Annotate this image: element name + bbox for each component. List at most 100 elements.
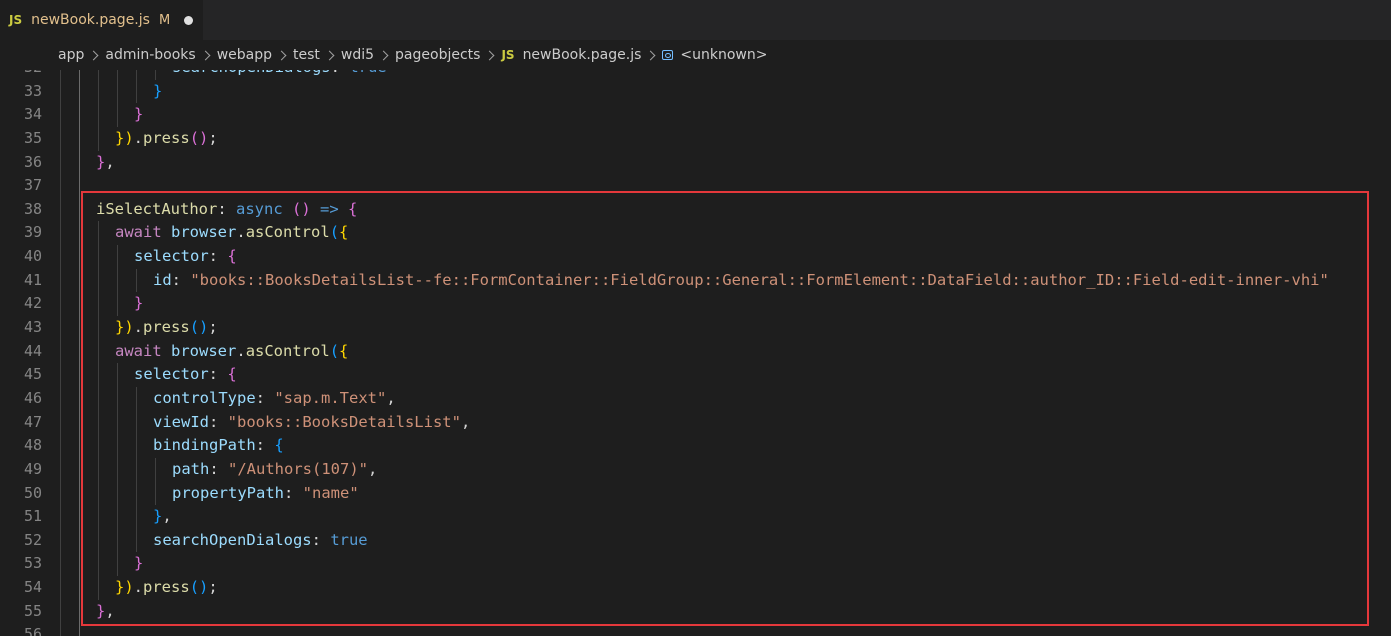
code-token: : [255,388,275,407]
indent-guide [136,457,137,482]
line-number: 49 [23,459,42,478]
code-line[interactable]: 48 bindingPath: { [0,434,1391,458]
breadcrumb-item[interactable]: webapp [217,47,272,63]
indent-guide [155,481,156,506]
code-token: asControl [245,341,330,360]
code-token: : [283,483,303,502]
indent-guide [79,221,80,246]
breadcrumb-symbol[interactable]: <unknown> [680,47,767,63]
indent-guide [79,126,80,151]
code-line[interactable]: 45 selector: { [0,363,1391,387]
code-line[interactable]: 43}).press(); [0,316,1391,340]
indent-guide [98,339,99,364]
code-line[interactable]: 36}, [0,150,1391,175]
breadcrumb-item[interactable]: wdi5 [341,47,374,63]
indent-guide [79,528,80,553]
code-line[interactable]: 47 viewId: "books::BooksDetailsList", [0,410,1391,435]
breadcrumb-item[interactable]: admin-books [105,47,195,63]
breadcrumb-item[interactable]: app [58,47,84,63]
code-token: selector [134,365,209,384]
indent-guide [98,316,99,340]
code-token: await [115,223,162,242]
indent-guide [79,339,80,364]
indent-guide [136,434,137,458]
indent-guide [60,434,61,458]
indent-guide [98,268,99,293]
indent-guide [60,79,61,104]
chevron-right-icon [378,50,389,60]
indent-guide [98,126,99,151]
code-line[interactable]: 40 selector: { [0,245,1391,269]
code-lines: 32searchOpenDialogs: true33}34}35}).pres… [0,70,1391,636]
code-line[interactable]: 42} [0,292,1391,317]
code-text: selector: { [134,363,237,387]
code-line[interactable]: 33} [0,79,1391,104]
indent-guide [60,410,61,435]
indent-guide [79,457,80,482]
indent-guide [117,363,118,387]
code-line[interactable]: 50 propertyPath: "name" [0,481,1391,506]
indent-guide [155,70,156,80]
code-token: { [339,341,349,360]
indent-guide [79,623,80,636]
indent-guide [98,481,99,506]
code-line[interactable]: 54}).press(); [0,576,1391,600]
code-token: () [189,128,209,147]
code-text: selector: { [134,245,237,269]
indent-guide [98,70,99,80]
code-line[interactable]: 55}, [0,599,1391,624]
breadcrumb-file[interactable]: newBook.page.js [523,47,642,63]
symbol-variable-icon [662,50,674,60]
code-token: : [208,365,228,384]
code-text: id: "books::BooksDetailsList--fe::FormCo… [153,269,1329,293]
code-line[interactable]: 44 await browser.asControl({ [0,339,1391,364]
code-line[interactable]: 39 await browser.asControl({ [0,221,1391,246]
code-line[interactable]: 35}).press(); [0,126,1391,151]
code-token: iSelectAuthor [96,199,218,218]
code-line[interactable]: 32 searchOpenDialogs: true [0,70,1391,80]
code-line[interactable]: 38 iSelectAuthor: async () => { [0,197,1391,222]
indent-guide [60,292,61,317]
indent-guide [136,386,137,411]
code-token: "name" [302,483,359,502]
code-text: searchOpenDialogs: true [172,70,387,80]
breadcrumb-item[interactable]: pageobjects [395,47,480,63]
code-line[interactable]: 41 id: "books::BooksDetailsList--fe::Form… [0,268,1391,293]
code-text: }).press(); [115,127,218,151]
indent-guide [60,197,61,222]
code-token: : [311,530,331,549]
code-token: : [209,412,228,431]
code-line[interactable]: 56 [0,623,1391,636]
code-line[interactable]: 37 [0,174,1391,198]
code-token: "sap.m.Text" [274,388,387,407]
indent-guide [60,528,61,553]
indent-guide [79,599,80,624]
unsaved-dot-icon[interactable] [184,15,194,25]
indent-guide [98,457,99,482]
tab-bar: JS newBook.page.js M [0,0,1391,40]
line-number: 39 [23,223,42,242]
code-line[interactable]: 34} [0,103,1391,127]
code-line[interactable]: 46 controlType: "sap.m.Text", [0,386,1391,411]
line-number: 44 [23,341,42,360]
code-line[interactable]: 53} [0,552,1391,577]
code-text: propertyPath: "name" [172,482,359,506]
code-editor[interactable]: 32searchOpenDialogs: true33}34}35}).pres… [0,70,1391,636]
chevron-right-icon [324,50,335,60]
editor-tab[interactable]: JS newBook.page.js M [0,0,203,40]
line-number: 47 [23,412,42,431]
indent-guide [79,197,80,222]
code-token: browser [171,341,237,360]
js-file-icon: JS [501,48,515,62]
code-line[interactable]: 49 path: "/Authors(107)", [0,457,1391,482]
indent-guide [117,103,118,127]
code-line[interactable]: 51}, [0,505,1391,529]
code-token: : [255,436,275,455]
breadcrumb-item[interactable]: test [293,47,320,63]
code-token: => [320,199,339,218]
code-token: propertyPath [172,483,284,502]
code-text: }, [96,600,115,624]
code-line[interactable]: 52 searchOpenDialogs: true [0,528,1391,553]
code-token: } [96,601,106,620]
